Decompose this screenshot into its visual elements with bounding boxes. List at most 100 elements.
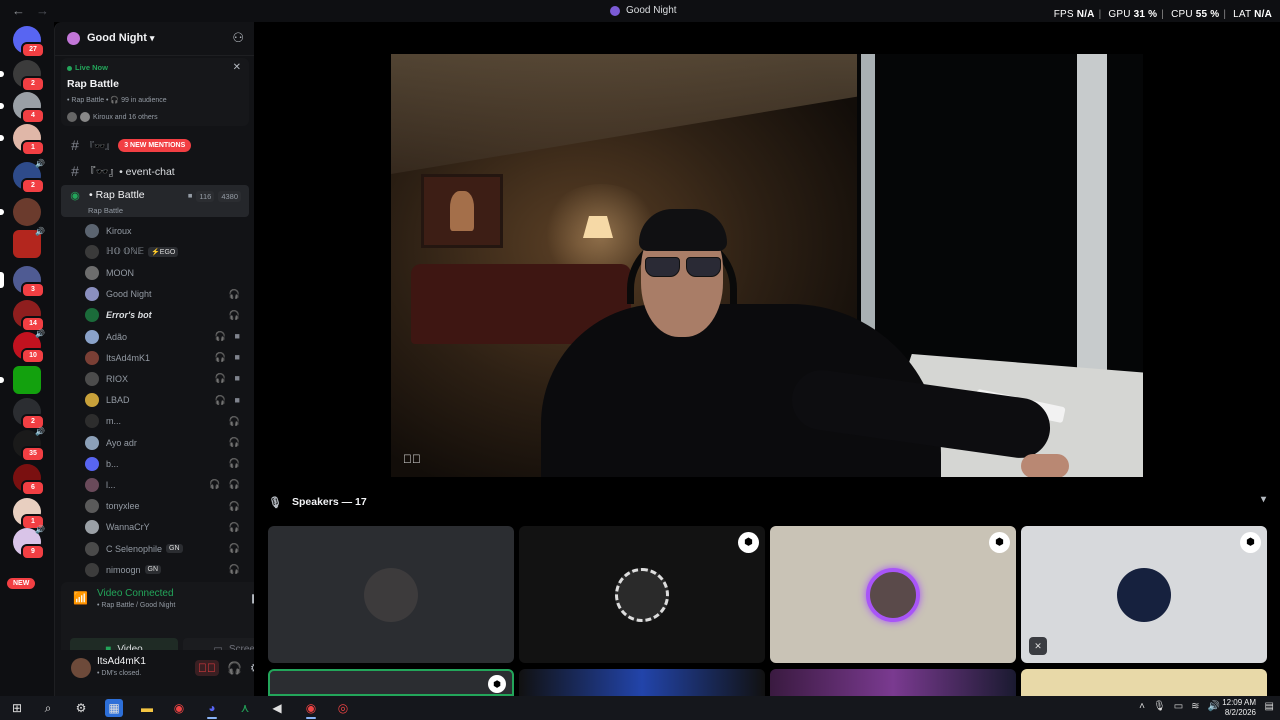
voice-status[interactable]: Video Connected	[97, 588, 174, 599]
search-icon[interactable]: ⌕	[39, 699, 57, 717]
forward-arrow-icon[interactable]: →	[36, 3, 49, 18]
settings-gear-icon[interactable]: ⚙	[72, 699, 90, 717]
avatar	[85, 541, 99, 556]
live-stage-card[interactable]: Live Now ✕ Rap Battle • Rap Battle • 🎧 9…	[61, 58, 249, 126]
server-icon-15[interactable]: 🔊 9	[13, 525, 45, 560]
mention-badge: 9	[21, 544, 45, 560]
server-icon-12[interactable]: 🔊 35	[13, 427, 45, 462]
speaker-tile[interactable]: ⬢	[268, 669, 514, 696]
voice-channel-rap-battle[interactable]: ◉ • Rap Battle Rap Battle ■ 116 4380	[61, 185, 249, 217]
video-stage: 🎙⃠ 🎙 Speakers — 17 ▾ ⬢ ⬢ ⬢ ✕ ⬢	[254, 22, 1280, 696]
video-icon: ■	[187, 191, 193, 200]
avatar[interactable]	[71, 658, 91, 678]
server-icon-9[interactable]: 🔊 10	[13, 329, 45, 364]
speaker-tile[interactable]: ⬢ ✕	[1021, 526, 1267, 663]
voice-user[interactable]: C Selenophile GN 🎧	[85, 538, 247, 559]
clock-time: 12:09 AM	[1222, 698, 1256, 707]
voice-user[interactable]: RIOX 🎧 ■	[85, 368, 247, 389]
username[interactable]: ItsAd4mK1	[97, 656, 146, 667]
mute-mic-icon[interactable]: 🎙⃠	[195, 660, 219, 676]
server-icon-11[interactable]: 2	[13, 398, 45, 430]
server-icon-1[interactable]: 2	[0, 60, 45, 92]
speaker-tile[interactable]	[1021, 669, 1267, 696]
notification-icon[interactable]: ▤	[1265, 701, 1274, 712]
lat-value: N/A	[1254, 9, 1272, 20]
voice-user[interactable]: Good Night 🎧	[85, 284, 247, 305]
voice-user[interactable]: WannaCrY 🎧	[85, 517, 247, 538]
server-icon-3[interactable]: 1	[0, 124, 45, 156]
server-icon-13[interactable]: 6	[13, 464, 45, 496]
voice-user[interactable]: Adão 🎧 ■	[85, 326, 247, 347]
moderator-badge-icon: ⬢	[989, 532, 1010, 553]
muted-mic-icon: 🎙⃠	[403, 452, 421, 466]
speaker-tile[interactable]	[770, 669, 1016, 696]
invite-people-icon[interactable]: ⚇	[232, 30, 244, 46]
volume-icon[interactable]: 🔊	[1208, 701, 1220, 712]
chrome-icon[interactable]: ◉	[302, 699, 320, 719]
voice-user[interactable]: tonyxlee 🎧	[85, 496, 247, 517]
voice-user[interactable]: l... 🎧 🎧	[85, 474, 247, 495]
avatar	[85, 223, 99, 238]
discord-icon[interactable]: ◕	[203, 699, 221, 719]
voice-user-name: RIOX	[106, 373, 129, 384]
chevron-up-icon[interactable]: ˄	[1139, 701, 1145, 712]
back-arrow-icon[interactable]: ←	[12, 3, 25, 18]
speaker-tile[interactable]	[519, 669, 765, 696]
voice-state-icons: 🎧	[228, 288, 243, 299]
server-icon-6[interactable]: 🔊	[13, 227, 45, 258]
voice-user[interactable]: LBAD 🎧 ■	[85, 390, 247, 411]
folder-icon[interactable]: ▬	[138, 699, 156, 717]
voice-user[interactable]: m... 🎧	[85, 411, 247, 432]
voice-user[interactable]: ItsAd4mK1 🎧 ■	[85, 347, 247, 368]
guild-header[interactable]: Good Night ▾ ⚇	[55, 22, 254, 56]
voice-user[interactable]: b... 🎧	[85, 453, 247, 474]
window-title: Good Night	[610, 5, 677, 16]
guild-name[interactable]: Good Night ▾	[87, 32, 154, 44]
focused-video-stream[interactable]: 🎙⃠	[391, 54, 1143, 477]
microphone-icon: 🎙	[268, 496, 282, 509]
voice-user[interactable]: Ayo adr 🎧	[85, 432, 247, 453]
app-icon[interactable]: ⋏	[236, 699, 254, 717]
server-icon-7[interactable]: 3	[0, 266, 45, 298]
voice-user[interactable]: nimoogn GN 🎧	[85, 559, 247, 580]
server-icon-14[interactable]: 1	[13, 498, 45, 530]
voice-user-name: Ayo adr	[106, 437, 137, 448]
speaker-tile[interactable]: ⬢	[519, 526, 765, 663]
voice-user-name: WannaCrY	[106, 522, 150, 533]
windows-start-icon[interactable]: ⊞	[8, 699, 26, 717]
wifi-icon[interactable]: ≋	[1191, 701, 1199, 712]
store-icon[interactable]: ▦	[105, 699, 123, 717]
channel-mentions[interactable]: # 『🕶️』 3 NEW MENTIONS	[61, 134, 249, 156]
new-mentions-pill[interactable]: 3 NEW MENTIONS	[118, 138, 192, 152]
speaker-tile[interactable]	[268, 526, 514, 663]
voice-user-name: ℍ𝕆 𝕆ℕ𝔼	[106, 246, 145, 257]
voice-user[interactable]: Error's bot 🎧	[85, 305, 247, 326]
headphones-icon[interactable]: 🎧	[227, 661, 242, 675]
voice-state-icons: 🎧	[228, 458, 243, 469]
speaker-tile[interactable]: ⬢	[770, 526, 1016, 663]
network-icon[interactable]: ▭	[1174, 701, 1183, 712]
close-icon[interactable]: ✕	[233, 62, 241, 73]
server-icon-10[interactable]	[0, 366, 41, 394]
server-icon-8[interactable]: 14	[13, 300, 45, 332]
server-icon-5[interactable]	[0, 198, 41, 226]
signal-icon[interactable]: 📶	[73, 591, 88, 605]
speakers-header[interactable]: 🎙 Speakers — 17 ▾	[268, 494, 1266, 510]
voice-user[interactable]: ℍ𝕆 𝕆ℕ𝔼 ⚡EGO	[85, 241, 247, 262]
server-icon-4[interactable]: 🔊 2	[13, 159, 45, 194]
chrome-icon[interactable]: ◉	[170, 699, 188, 717]
microphone-icon[interactable]: 🎙	[1153, 701, 1166, 712]
voice-user[interactable]: Kiroux	[85, 220, 247, 241]
home-button[interactable]: 27	[13, 26, 45, 58]
app-icon[interactable]: ◀	[268, 699, 286, 717]
voice-user[interactable]: MOON	[85, 262, 247, 283]
mention-badge: 2	[21, 76, 45, 92]
server-icon-2[interactable]: 4	[0, 92, 45, 124]
voice-user-name: ItsAd4mK1	[106, 352, 151, 363]
app-icon[interactable]: ◎	[334, 699, 352, 717]
system-clock[interactable]: 12:09 AM 8/2/2026	[1222, 698, 1256, 718]
window-title-text: Good Night	[626, 5, 677, 16]
voice-user-name: MOON	[106, 267, 134, 278]
channel-event-chat[interactable]: # 『🕶️』• event-chat	[61, 160, 249, 182]
new-badge[interactable]: NEW	[7, 578, 36, 589]
